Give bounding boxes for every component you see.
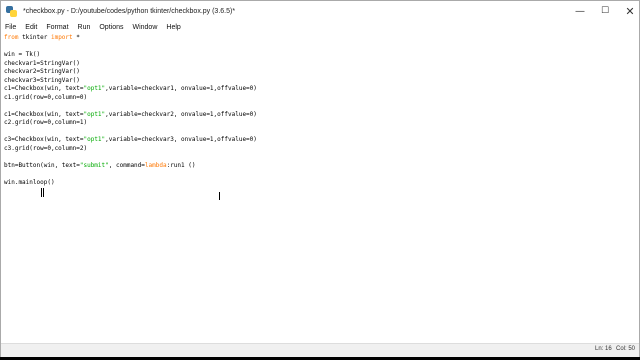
code-line[interactable]: c1=Checkbox(win, text="opt1",variable=ch… — [4, 85, 257, 93]
code-token: c3=Checkbox(win, text= — [4, 136, 84, 143]
code-token: from — [4, 34, 19, 41]
code-token: "submit" — [79, 161, 109, 169]
code-line[interactable]: c1=Checkbox(win, text="opt1",variable=ch… — [4, 111, 257, 119]
code-token: win = Tk() — [4, 51, 41, 58]
code-editor[interactable]: from tkinter import * win = Tk() checkvar1… — [1, 33, 639, 342]
code-token: ,variable=checkvar2, onvalue=1,offvalue=… — [105, 110, 257, 118]
code-token: ,variable=checkvar3, onvalue=1,offvalue=… — [105, 136, 257, 143]
mouse-ibeam-icon — [41, 188, 44, 197]
maximize-button[interactable]: ☐ — [591, 1, 619, 21]
code-token: lambda — [144, 161, 167, 169]
column-number: Col: 50 — [616, 346, 636, 352]
code-token: "opt1" — [83, 136, 106, 143]
code-line[interactable]: checkvar3=StringVar() — [4, 77, 80, 85]
menu-help[interactable]: Help — [166, 24, 180, 31]
code-token: c1.grid(row=0,column=0) — [4, 93, 88, 101]
python-logo-icon — [6, 5, 17, 17]
text-cursor — [219, 192, 220, 200]
title-bar[interactable]: *checkbox.py - D:/youtube/codes/python t… — [1, 1, 639, 21]
code-line[interactable]: checkvar2=StringVar() — [4, 68, 80, 76]
code-line[interactable]: c3.grid(row=0,column=2) — [4, 145, 87, 153]
code-token: checkvar1=StringVar() — [4, 59, 80, 67]
line-number: Ln: 16 — [595, 346, 612, 352]
code-line[interactable]: win = Tk() — [4, 51, 40, 59]
code-line[interactable]: checkvar1=StringVar() — [4, 60, 80, 68]
menu-file[interactable]: File — [5, 24, 16, 31]
code-line[interactable]: win.mainloop() — [4, 179, 55, 187]
code-line[interactable]: c3=Checkbox(win, text="opt1",variable=ch… — [4, 136, 257, 144]
code-line[interactable]: c1.grid(row=0,column=0) — [4, 94, 87, 102]
menu-edit[interactable]: Edit — [25, 24, 37, 31]
idle-editor-window: *checkbox.py - D:/youtube/codes/python t… — [0, 0, 640, 357]
code-line[interactable]: btn=Button(win, text="submit", command=l… — [4, 162, 195, 170]
minimize-button[interactable]: — — [566, 1, 594, 21]
menu-run[interactable]: Run — [78, 24, 91, 31]
status-bar: Ln: 16 Col: 50 — [1, 343, 639, 357]
code-token: * — [72, 34, 80, 41]
code-token: ,variable=checkvar1, onvalue=1,offvalue=… — [105, 85, 257, 92]
code-token: checkvar3=StringVar() — [4, 76, 80, 84]
menu-format[interactable]: Format — [46, 24, 68, 31]
code-token: :run1 () — [166, 161, 196, 169]
code-token: checkvar2=StringVar() — [4, 68, 80, 75]
code-token: win.mainloop() — [4, 178, 55, 186]
code-token: c1=Checkbox(win, text= — [4, 85, 84, 92]
code-line[interactable]: from tkinter import * — [4, 34, 80, 42]
menu-bar: File Edit Format Run Options Window Help — [1, 21, 639, 33]
code-token: "opt1" — [83, 110, 106, 118]
code-token: import — [50, 34, 73, 41]
code-token: tkinter — [18, 34, 51, 41]
code-token: btn=Button(win, text= — [4, 161, 80, 169]
menu-options[interactable]: Options — [99, 24, 123, 31]
code-line[interactable]: c2.grid(row=0,column=1) — [4, 119, 87, 127]
code-token: c2.grid(row=0,column=1) — [4, 119, 88, 126]
close-button[interactable]: ✕ — [616, 1, 640, 21]
code-token: c1=Checkbox(win, text= — [4, 110, 84, 118]
code-token: , command= — [108, 161, 145, 169]
menu-window[interactable]: Window — [132, 24, 157, 31]
window-title: *checkbox.py - D:/youtube/codes/python t… — [23, 7, 236, 15]
code-token: "opt1" — [83, 85, 106, 92]
code-token: c3.grid(row=0,column=2) — [4, 144, 88, 152]
